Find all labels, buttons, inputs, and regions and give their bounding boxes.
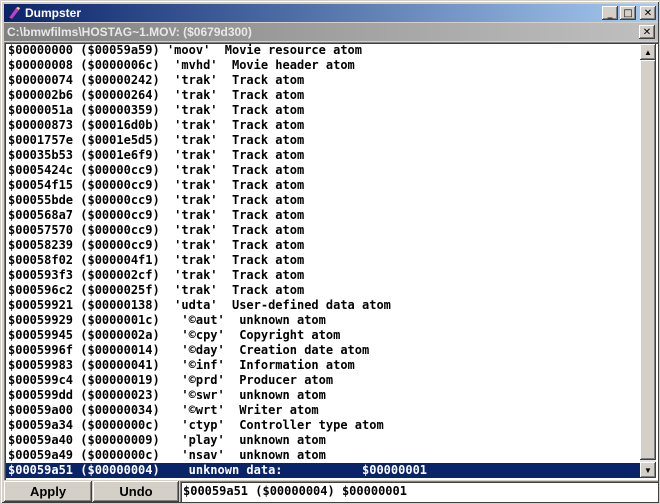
scroll-up-button[interactable]: ▲ bbox=[640, 44, 656, 60]
scroll-down-button[interactable]: ▼ bbox=[640, 462, 656, 478]
app-icon bbox=[8, 7, 20, 19]
list-item[interactable]: $000593f3 ($000002cf) 'trak' Track atom bbox=[8, 268, 642, 283]
scroll-thumb[interactable] bbox=[640, 60, 656, 460]
list-item[interactable]: $00058f02 ($000004f1) 'trak' Track atom bbox=[8, 253, 642, 268]
list-item[interactable]: $00058239 ($00000cc9) 'trak' Track atom bbox=[8, 238, 642, 253]
arrow-down-icon: ▼ bbox=[644, 465, 652, 475]
list-item[interactable]: $00035b53 ($0001e6f9) 'trak' Track atom bbox=[8, 148, 642, 163]
list-item[interactable]: $000599dd ($00000023) '©swr' unknown ato… bbox=[8, 388, 642, 403]
undo-button[interactable]: Undo bbox=[93, 481, 179, 502]
maximize-icon: □ bbox=[623, 7, 633, 19]
list-item[interactable]: $000002b6 ($00000264) 'trak' Track atom bbox=[8, 88, 642, 103]
arrow-up-icon: ▲ bbox=[644, 47, 652, 57]
list-item[interactable]: $00055bde ($00000cc9) 'trak' Track atom bbox=[8, 193, 642, 208]
list-item[interactable]: $0000051a ($00000359) 'trak' Track atom bbox=[8, 103, 642, 118]
atom-list[interactable]: $00000000 ($00059a59) 'moov' Movie resou… bbox=[4, 42, 658, 480]
value-edit-field[interactable]: $00059a51 ($00000004) $00000001 bbox=[180, 481, 658, 502]
title-bar[interactable]: Dumpster _ □ ✕ bbox=[4, 4, 658, 22]
minimize-icon: _ bbox=[607, 7, 613, 19]
selected-list-item[interactable]: $00059a51 ($00000004) unknown data: $000… bbox=[6, 463, 642, 478]
minimize-button[interactable]: _ bbox=[602, 6, 618, 20]
list-item[interactable]: $0005424c ($00000cc9) 'trak' Track atom bbox=[8, 163, 642, 178]
list-item[interactable]: $0001757e ($0001e5d5) 'trak' Track atom bbox=[8, 133, 642, 148]
list-item[interactable]: $00000074 ($00000242) 'trak' Track atom bbox=[8, 73, 642, 88]
file-path: C:\bmwfilms\HOSTAG~1.MOV: ($0679d300) bbox=[7, 25, 252, 39]
list-item[interactable]: $0005996f ($00000014) '©day' Creation da… bbox=[8, 343, 642, 358]
list-item[interactable]: $00059a00 ($00000034) '©wrt' Writer atom bbox=[8, 403, 642, 418]
list-item[interactable]: $00057570 ($00000cc9) 'trak' Track atom bbox=[8, 223, 642, 238]
edit-toolbar: Apply Undo $00059a51 ($00000004) $000000… bbox=[4, 481, 658, 502]
list-item[interactable]: $000596c2 ($0000025f) 'trak' Track atom bbox=[8, 283, 642, 298]
list-item[interactable]: $000568a7 ($00000cc9) 'trak' Track atom bbox=[8, 208, 642, 223]
list-item[interactable]: $00000000 ($00059a59) 'moov' Movie resou… bbox=[8, 43, 642, 58]
window-title: Dumpster bbox=[25, 6, 82, 20]
maximize-button[interactable]: □ bbox=[620, 6, 636, 20]
vertical-scrollbar[interactable]: ▲ ▼ bbox=[640, 44, 656, 478]
list-item[interactable]: $00059929 ($0000001c) '©aut' unknown ato… bbox=[8, 313, 642, 328]
close-icon: ✕ bbox=[642, 26, 652, 38]
list-item[interactable]: $00059983 ($00000041) '©inf' Information… bbox=[8, 358, 642, 373]
list-item[interactable]: $00059945 ($0000002a) '©cpy' Copyright a… bbox=[8, 328, 642, 343]
dumpster-window: Dumpster _ □ ✕ C:\bmwfilms\HOSTAG~1.MOV:… bbox=[0, 0, 660, 504]
document-close-button[interactable]: ✕ bbox=[639, 25, 655, 39]
list-item[interactable]: $00000008 ($0000006c) 'mvhd' Movie heade… bbox=[8, 58, 642, 73]
list-item[interactable]: $000599c4 ($00000019) '©prd' Producer at… bbox=[8, 373, 642, 388]
atom-rows: $00000000 ($00059a59) 'moov' Movie resou… bbox=[6, 43, 642, 478]
list-item[interactable]: $00059a49 ($0000000c) 'nsav' unknown ato… bbox=[8, 448, 642, 463]
list-item[interactable]: $00059a40 ($00000009) 'play' unknown ato… bbox=[8, 433, 642, 448]
close-button[interactable]: ✕ bbox=[640, 6, 656, 20]
apply-button[interactable]: Apply bbox=[4, 481, 92, 502]
list-item[interactable]: $00059a34 ($0000000c) 'ctyp' Controller … bbox=[8, 418, 642, 433]
list-item[interactable]: $00059921 ($00000138) 'udta' User-define… bbox=[8, 298, 642, 313]
list-item[interactable]: $00000873 ($00016d0b) 'trak' Track atom bbox=[8, 118, 642, 133]
document-path-bar: C:\bmwfilms\HOSTAG~1.MOV: ($0679d300) ✕ bbox=[4, 23, 658, 41]
close-icon: ✕ bbox=[643, 7, 653, 19]
list-item[interactable]: $00054f15 ($00000cc9) 'trak' Track atom bbox=[8, 178, 642, 193]
